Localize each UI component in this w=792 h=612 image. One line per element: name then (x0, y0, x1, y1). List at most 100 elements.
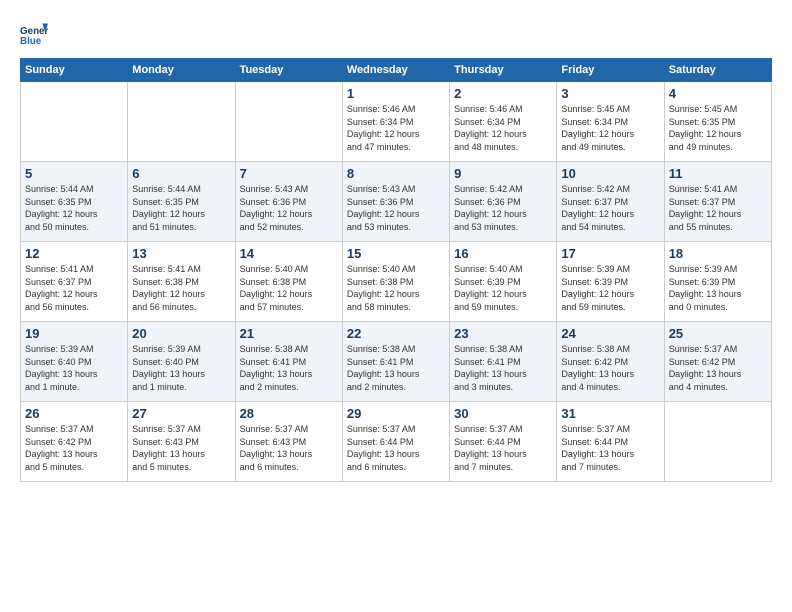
day-number: 24 (561, 326, 659, 341)
day-info: Sunrise: 5:38 AM Sunset: 6:41 PM Dayligh… (240, 343, 338, 393)
day-info: Sunrise: 5:45 AM Sunset: 6:34 PM Dayligh… (561, 103, 659, 153)
day-of-week-header: Wednesday (342, 59, 449, 82)
day-number: 30 (454, 406, 552, 421)
day-number: 7 (240, 166, 338, 181)
day-info: Sunrise: 5:46 AM Sunset: 6:34 PM Dayligh… (347, 103, 445, 153)
day-number: 20 (132, 326, 230, 341)
day-info: Sunrise: 5:43 AM Sunset: 6:36 PM Dayligh… (240, 183, 338, 233)
calendar-day-cell (664, 402, 771, 482)
day-number: 27 (132, 406, 230, 421)
day-number: 31 (561, 406, 659, 421)
calendar-week-row: 26 Sunrise: 5:37 AM Sunset: 6:42 PM Dayli… (21, 402, 772, 482)
day-number: 12 (25, 246, 123, 261)
day-info: Sunrise: 5:46 AM Sunset: 6:34 PM Dayligh… (454, 103, 552, 153)
day-info: Sunrise: 5:44 AM Sunset: 6:35 PM Dayligh… (132, 183, 230, 233)
day-number: 23 (454, 326, 552, 341)
calendar-day-cell: 20 Sunrise: 5:39 AM Sunset: 6:40 PM Dayli… (128, 322, 235, 402)
calendar-day-cell: 4Sunrise: 5:45 AM Sunset: 6:35 PM Daylig… (664, 82, 771, 162)
day-number: 10 (561, 166, 659, 181)
day-number: 16 (454, 246, 552, 261)
day-info: Sunrise: 5:40 AM Sunset: 6:39 PM Dayligh… (454, 263, 552, 313)
day-info: Sunrise: 5:42 AM Sunset: 6:37 PM Dayligh… (561, 183, 659, 233)
day-number: 17 (561, 246, 659, 261)
day-info: Sunrise: 5:39 AM Sunset: 6:40 PM Dayligh… (132, 343, 230, 393)
calendar-day-cell (128, 82, 235, 162)
day-number: 2 (454, 86, 552, 101)
day-number: 26 (25, 406, 123, 421)
calendar-day-cell: 17 Sunrise: 5:39 AM Sunset: 6:39 PM Dayli… (557, 242, 664, 322)
calendar-week-row: 1Sunrise: 5:46 AM Sunset: 6:34 PM Daylig… (21, 82, 772, 162)
calendar-day-cell: 9 Sunrise: 5:42 AM Sunset: 6:36 PM Daylig… (450, 162, 557, 242)
day-number: 28 (240, 406, 338, 421)
day-number: 25 (669, 326, 767, 341)
calendar-day-cell: 15 Sunrise: 5:40 AM Sunset: 6:38 PM Dayli… (342, 242, 449, 322)
day-number: 21 (240, 326, 338, 341)
day-info: Sunrise: 5:41 AM Sunset: 6:37 PM Dayligh… (669, 183, 767, 233)
calendar-week-row: 19 Sunrise: 5:39 AM Sunset: 6:40 PM Dayli… (21, 322, 772, 402)
day-info: Sunrise: 5:38 AM Sunset: 6:42 PM Dayligh… (561, 343, 659, 393)
day-info: Sunrise: 5:37 AM Sunset: 6:44 PM Dayligh… (347, 423, 445, 473)
calendar-day-cell: 22Sunrise: 5:38 AM Sunset: 6:41 PM Dayli… (342, 322, 449, 402)
calendar-day-cell: 29Sunrise: 5:37 AM Sunset: 6:44 PM Dayli… (342, 402, 449, 482)
day-of-week-header: Tuesday (235, 59, 342, 82)
calendar-day-cell: 11 Sunrise: 5:41 AM Sunset: 6:37 PM Dayli… (664, 162, 771, 242)
calendar-week-row: 12 Sunrise: 5:41 AM Sunset: 6:37 PM Dayli… (21, 242, 772, 322)
calendar-day-cell: 24 Sunrise: 5:38 AM Sunset: 6:42 PM Dayli… (557, 322, 664, 402)
day-info: Sunrise: 5:37 AM Sunset: 6:42 PM Dayligh… (25, 423, 123, 473)
page-header: General Blue (20, 20, 772, 48)
calendar-day-cell: 23 Sunrise: 5:38 AM Sunset: 6:41 PM Dayli… (450, 322, 557, 402)
calendar-day-cell: 31 Sunrise: 5:37 AM Sunset: 6:44 PM Dayli… (557, 402, 664, 482)
day-info: Sunrise: 5:43 AM Sunset: 6:36 PM Dayligh… (347, 183, 445, 233)
day-of-week-header: Friday (557, 59, 664, 82)
day-number: 19 (25, 326, 123, 341)
day-info: Sunrise: 5:41 AM Sunset: 6:37 PM Dayligh… (25, 263, 123, 313)
day-info: Sunrise: 5:37 AM Sunset: 6:42 PM Dayligh… (669, 343, 767, 393)
day-info: Sunrise: 5:38 AM Sunset: 6:41 PM Dayligh… (347, 343, 445, 393)
calendar-day-cell: 25 Sunrise: 5:37 AM Sunset: 6:42 PM Dayli… (664, 322, 771, 402)
calendar-day-cell: 18 Sunrise: 5:39 AM Sunset: 6:39 PM Dayli… (664, 242, 771, 322)
logo: General Blue (20, 20, 50, 48)
day-info: Sunrise: 5:38 AM Sunset: 6:41 PM Dayligh… (454, 343, 552, 393)
calendar-day-cell: 10 Sunrise: 5:42 AM Sunset: 6:37 PM Dayli… (557, 162, 664, 242)
day-of-week-header: Sunday (21, 59, 128, 82)
day-info: Sunrise: 5:39 AM Sunset: 6:39 PM Dayligh… (669, 263, 767, 313)
day-info: Sunrise: 5:37 AM Sunset: 6:43 PM Dayligh… (240, 423, 338, 473)
day-of-week-header: Thursday (450, 59, 557, 82)
calendar-day-cell: 16 Sunrise: 5:40 AM Sunset: 6:39 PM Dayli… (450, 242, 557, 322)
calendar-header-row: SundayMondayTuesdayWednesdayThursdayFrid… (21, 59, 772, 82)
calendar-day-cell: 27 Sunrise: 5:37 AM Sunset: 6:43 PM Dayli… (128, 402, 235, 482)
day-info: Sunrise: 5:42 AM Sunset: 6:36 PM Dayligh… (454, 183, 552, 233)
calendar-day-cell: 14Sunrise: 5:40 AM Sunset: 6:38 PM Dayli… (235, 242, 342, 322)
calendar-day-cell: 5Sunrise: 5:44 AM Sunset: 6:35 PM Daylig… (21, 162, 128, 242)
day-number: 5 (25, 166, 123, 181)
svg-text:Blue: Blue (20, 36, 42, 47)
day-number: 3 (561, 86, 659, 101)
calendar-day-cell (21, 82, 128, 162)
calendar-day-cell: 26 Sunrise: 5:37 AM Sunset: 6:42 PM Dayli… (21, 402, 128, 482)
day-number: 15 (347, 246, 445, 261)
calendar-day-cell: 19 Sunrise: 5:39 AM Sunset: 6:40 PM Dayli… (21, 322, 128, 402)
calendar-day-cell: 8Sunrise: 5:43 AM Sunset: 6:36 PM Daylig… (342, 162, 449, 242)
day-info: Sunrise: 5:39 AM Sunset: 6:39 PM Dayligh… (561, 263, 659, 313)
day-number: 9 (454, 166, 552, 181)
day-of-week-header: Monday (128, 59, 235, 82)
day-number: 13 (132, 246, 230, 261)
calendar-day-cell: 1Sunrise: 5:46 AM Sunset: 6:34 PM Daylig… (342, 82, 449, 162)
day-info: Sunrise: 5:41 AM Sunset: 6:38 PM Dayligh… (132, 263, 230, 313)
day-number: 4 (669, 86, 767, 101)
day-number: 18 (669, 246, 767, 261)
logo-icon: General Blue (20, 20, 48, 48)
calendar-day-cell (235, 82, 342, 162)
day-info: Sunrise: 5:37 AM Sunset: 6:44 PM Dayligh… (561, 423, 659, 473)
day-number: 6 (132, 166, 230, 181)
day-info: Sunrise: 5:37 AM Sunset: 6:44 PM Dayligh… (454, 423, 552, 473)
day-info: Sunrise: 5:39 AM Sunset: 6:40 PM Dayligh… (25, 343, 123, 393)
day-number: 11 (669, 166, 767, 181)
calendar-day-cell: 28 Sunrise: 5:37 AM Sunset: 6:43 PM Dayli… (235, 402, 342, 482)
day-info: Sunrise: 5:40 AM Sunset: 6:38 PM Dayligh… (347, 263, 445, 313)
calendar-day-cell: 21 Sunrise: 5:38 AM Sunset: 6:41 PM Dayli… (235, 322, 342, 402)
calendar-day-cell: 30 Sunrise: 5:37 AM Sunset: 6:44 PM Dayli… (450, 402, 557, 482)
day-number: 14 (240, 246, 338, 261)
calendar-day-cell: 3 Sunrise: 5:45 AM Sunset: 6:34 PM Daylig… (557, 82, 664, 162)
day-info: Sunrise: 5:37 AM Sunset: 6:43 PM Dayligh… (132, 423, 230, 473)
